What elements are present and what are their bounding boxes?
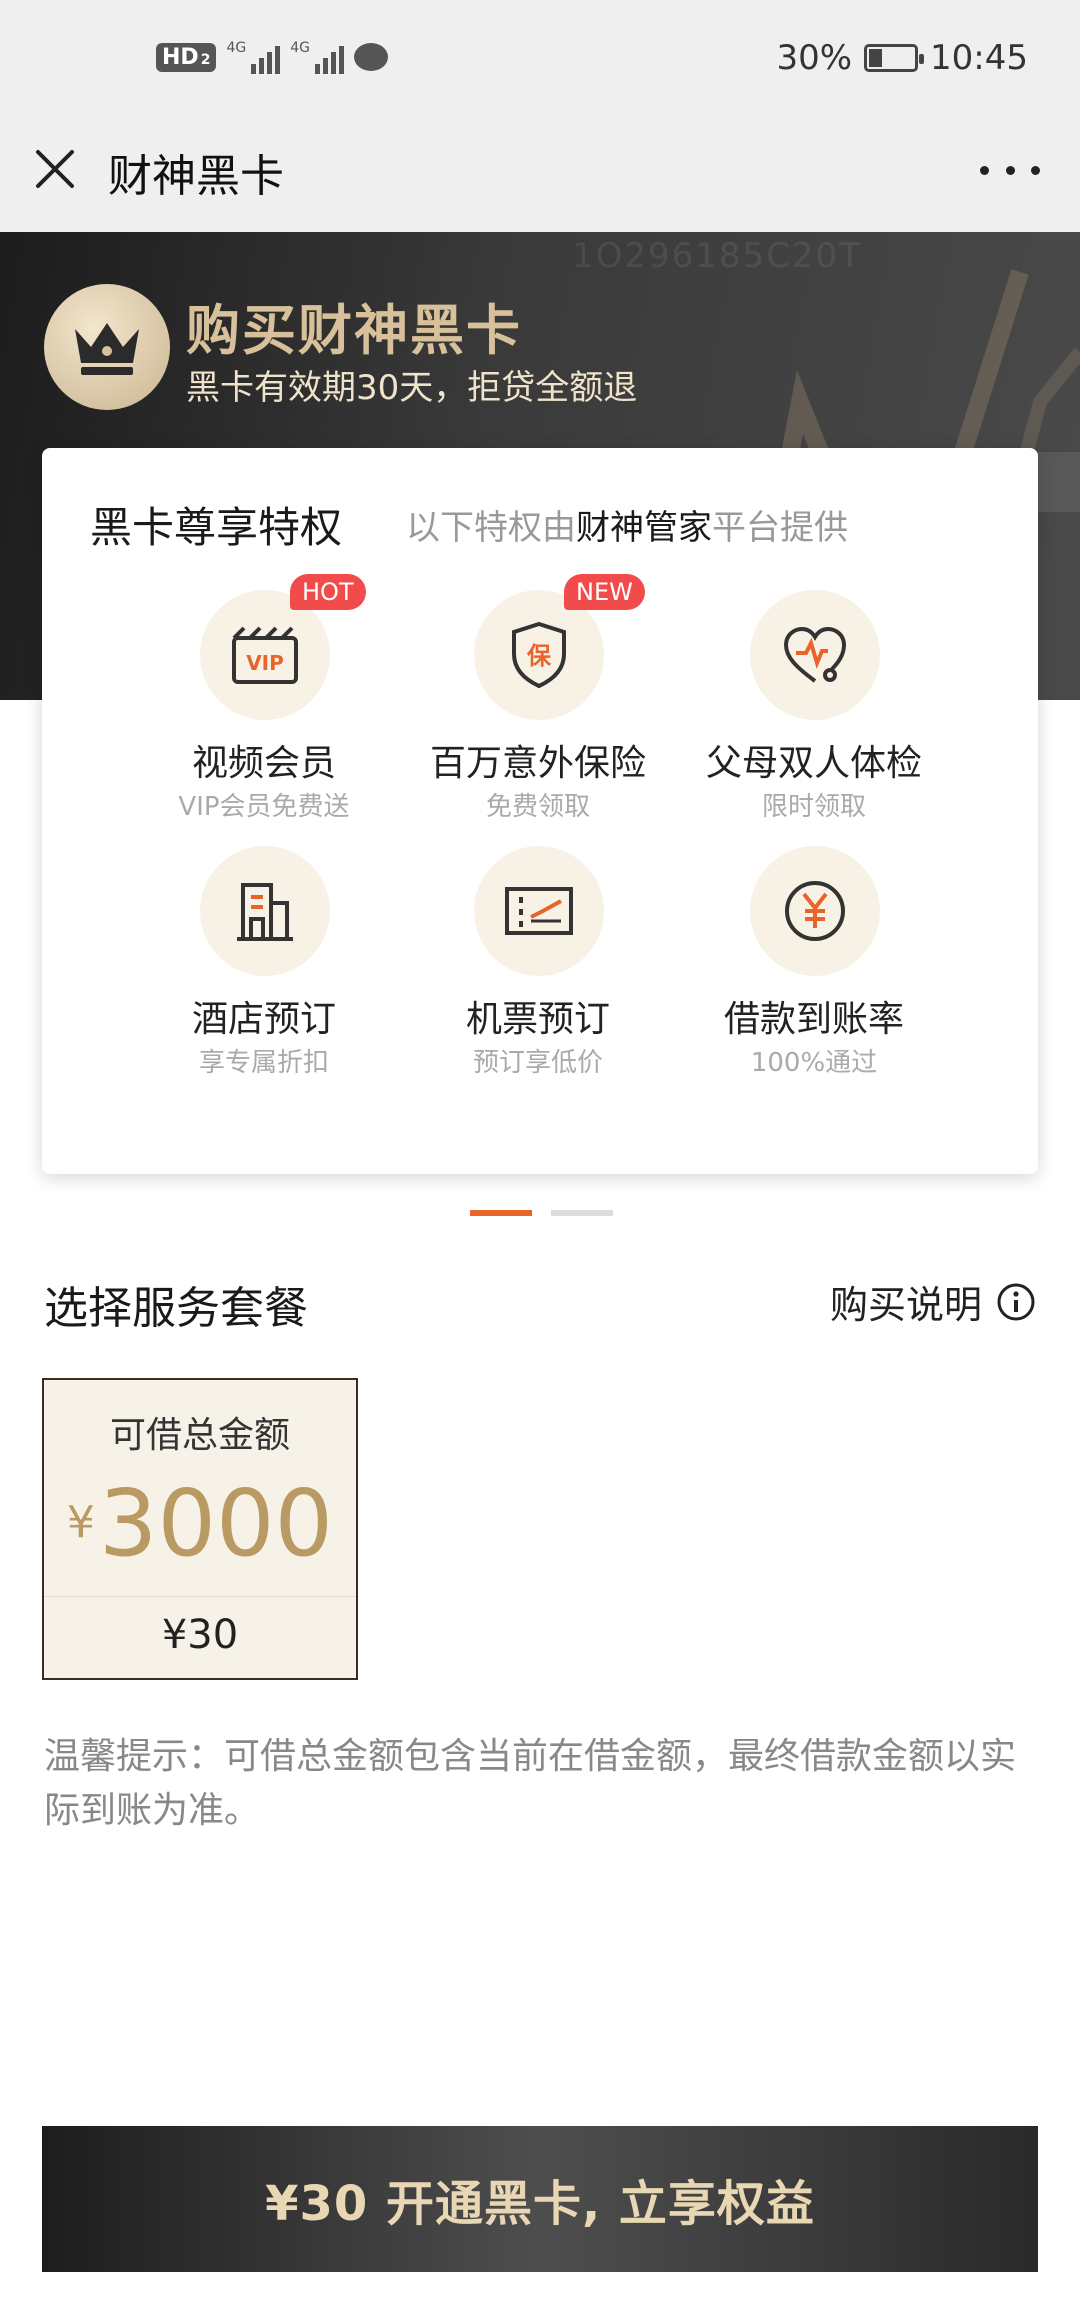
- package-price: ¥30: [161, 1612, 239, 1658]
- privilege-name: 父母双人体检: [705, 743, 922, 784]
- privilege-desc: 预订享低价: [472, 1048, 603, 1078]
- ticket-icon: [474, 846, 604, 976]
- privilege-desc: 100%通过: [750, 1048, 878, 1078]
- svg-text:保: 保: [526, 642, 552, 670]
- banner-title: 购买财神黑卡: [186, 299, 522, 362]
- privilege-desc: VIP会员免费送: [178, 792, 350, 822]
- privileges-title: 黑卡尊享特权: [90, 503, 343, 552]
- hd-label: HD: [162, 44, 199, 70]
- info-icon: [997, 1283, 1035, 1320]
- service-package-card[interactable]: 可借总金额 ¥3000 ¥30: [42, 1378, 358, 1680]
- privilege-item-health-check[interactable]: 父母双人体检 限时领取: [664, 590, 964, 822]
- signal-icon-sim2: 4G: [290, 40, 344, 74]
- privilege-name: 酒店预订: [191, 999, 336, 1040]
- privileges-card[interactable]: 黑卡尊享特权 以下特权由财神管家平台提供 VIP HOT 视频会员 VIP会员免…: [42, 448, 1038, 1174]
- privilege-item-flight[interactable]: 机票预订 预订享低价: [388, 846, 688, 1078]
- hd-sub-label: 2: [200, 51, 211, 68]
- yen-coin-icon: [750, 846, 880, 976]
- privileges-subtitle-prefix: 以下特权由: [406, 508, 576, 548]
- status-icons-right: 30% 10:45: [776, 38, 1028, 78]
- navigation-bar: 财神黑卡: [0, 124, 1080, 232]
- privilege-name: 机票预订: [465, 999, 610, 1040]
- buy-instructions-link[interactable]: 购买说明: [830, 1274, 1036, 1329]
- privilege-desc: 享专属折扣: [198, 1048, 329, 1078]
- hd-voice-icon: HD 2: [156, 42, 217, 72]
- close-icon[interactable]: [30, 144, 80, 194]
- privilege-item-hotel[interactable]: 酒店预订 享专属折扣: [114, 846, 414, 1078]
- heart-stethoscope-icon: [750, 590, 880, 720]
- privileges-subtitle-suffix: 平台提供: [712, 508, 848, 548]
- buy-instructions-label: 购买说明: [829, 1283, 982, 1327]
- banner-subtitle: 黑卡有效期30天，拒贷全额退: [186, 368, 638, 408]
- watermark-text: 1O296185C20T: [572, 236, 862, 276]
- open-black-card-button[interactable]: ¥30 开通黑卡, 立享权益: [42, 2126, 1038, 2272]
- page-title: 财神黑卡: [108, 151, 284, 202]
- privilege-desc: 限时领取: [761, 792, 866, 822]
- hot-badge: HOT: [290, 574, 366, 610]
- privilege-desc: 免费领取: [485, 792, 590, 822]
- privileges-subtitle: 以下特权由财神管家平台提供: [406, 500, 848, 549]
- crown-icon: [44, 284, 170, 410]
- status-bar: HD 2 4G 4G 30% 10:45: [0, 0, 1080, 124]
- package-label: 可借总金额: [109, 1415, 290, 1456]
- currency-symbol: ¥: [66, 1497, 95, 1548]
- service-section-title: 选择服务套餐: [44, 1283, 308, 1334]
- package-amount: ¥3000: [44, 1470, 356, 1577]
- platform-name: 财神管家: [576, 508, 712, 548]
- pager-indicator-active[interactable]: [470, 1210, 532, 1216]
- privilege-item-video-vip[interactable]: VIP HOT 视频会员 VIP会员免费送: [114, 574, 414, 822]
- warm-tip: 温馨提示：可借总金额包含当前在借金额，最终借款金额以实际到账为准。: [44, 1736, 1017, 1831]
- privilege-name: 百万意外保险: [429, 743, 646, 784]
- network-type-label: 4G: [226, 40, 247, 56]
- battery-icon: [864, 44, 925, 72]
- signal-icon-sim1: 4G: [226, 40, 281, 74]
- hotel-icon: [200, 846, 330, 976]
- privilege-name: 视频会员: [191, 743, 336, 784]
- more-icon[interactable]: [980, 162, 1040, 178]
- battery-percent: 30%: [776, 38, 853, 78]
- divider: [44, 1596, 356, 1597]
- battery-level-fill: [869, 49, 883, 67]
- privilege-item-insurance[interactable]: 保 NEW 百万意外保险 免费领取: [388, 574, 688, 822]
- amount-value: 3000: [98, 1470, 334, 1577]
- status-icons-left: HD 2 4G 4G: [156, 40, 388, 74]
- chat-notification-icon: [353, 43, 388, 71]
- network-type-label: 4G: [290, 40, 310, 56]
- pager-indicator-inactive[interactable]: [551, 1210, 613, 1216]
- clock: 10:45: [930, 38, 1028, 78]
- privilege-item-loan-rate[interactable]: 借款到账率 100%通过: [664, 846, 964, 1078]
- new-badge: NEW: [564, 574, 645, 610]
- svg-text:VIP: VIP: [246, 651, 284, 675]
- privilege-name: 借款到账率: [723, 999, 904, 1040]
